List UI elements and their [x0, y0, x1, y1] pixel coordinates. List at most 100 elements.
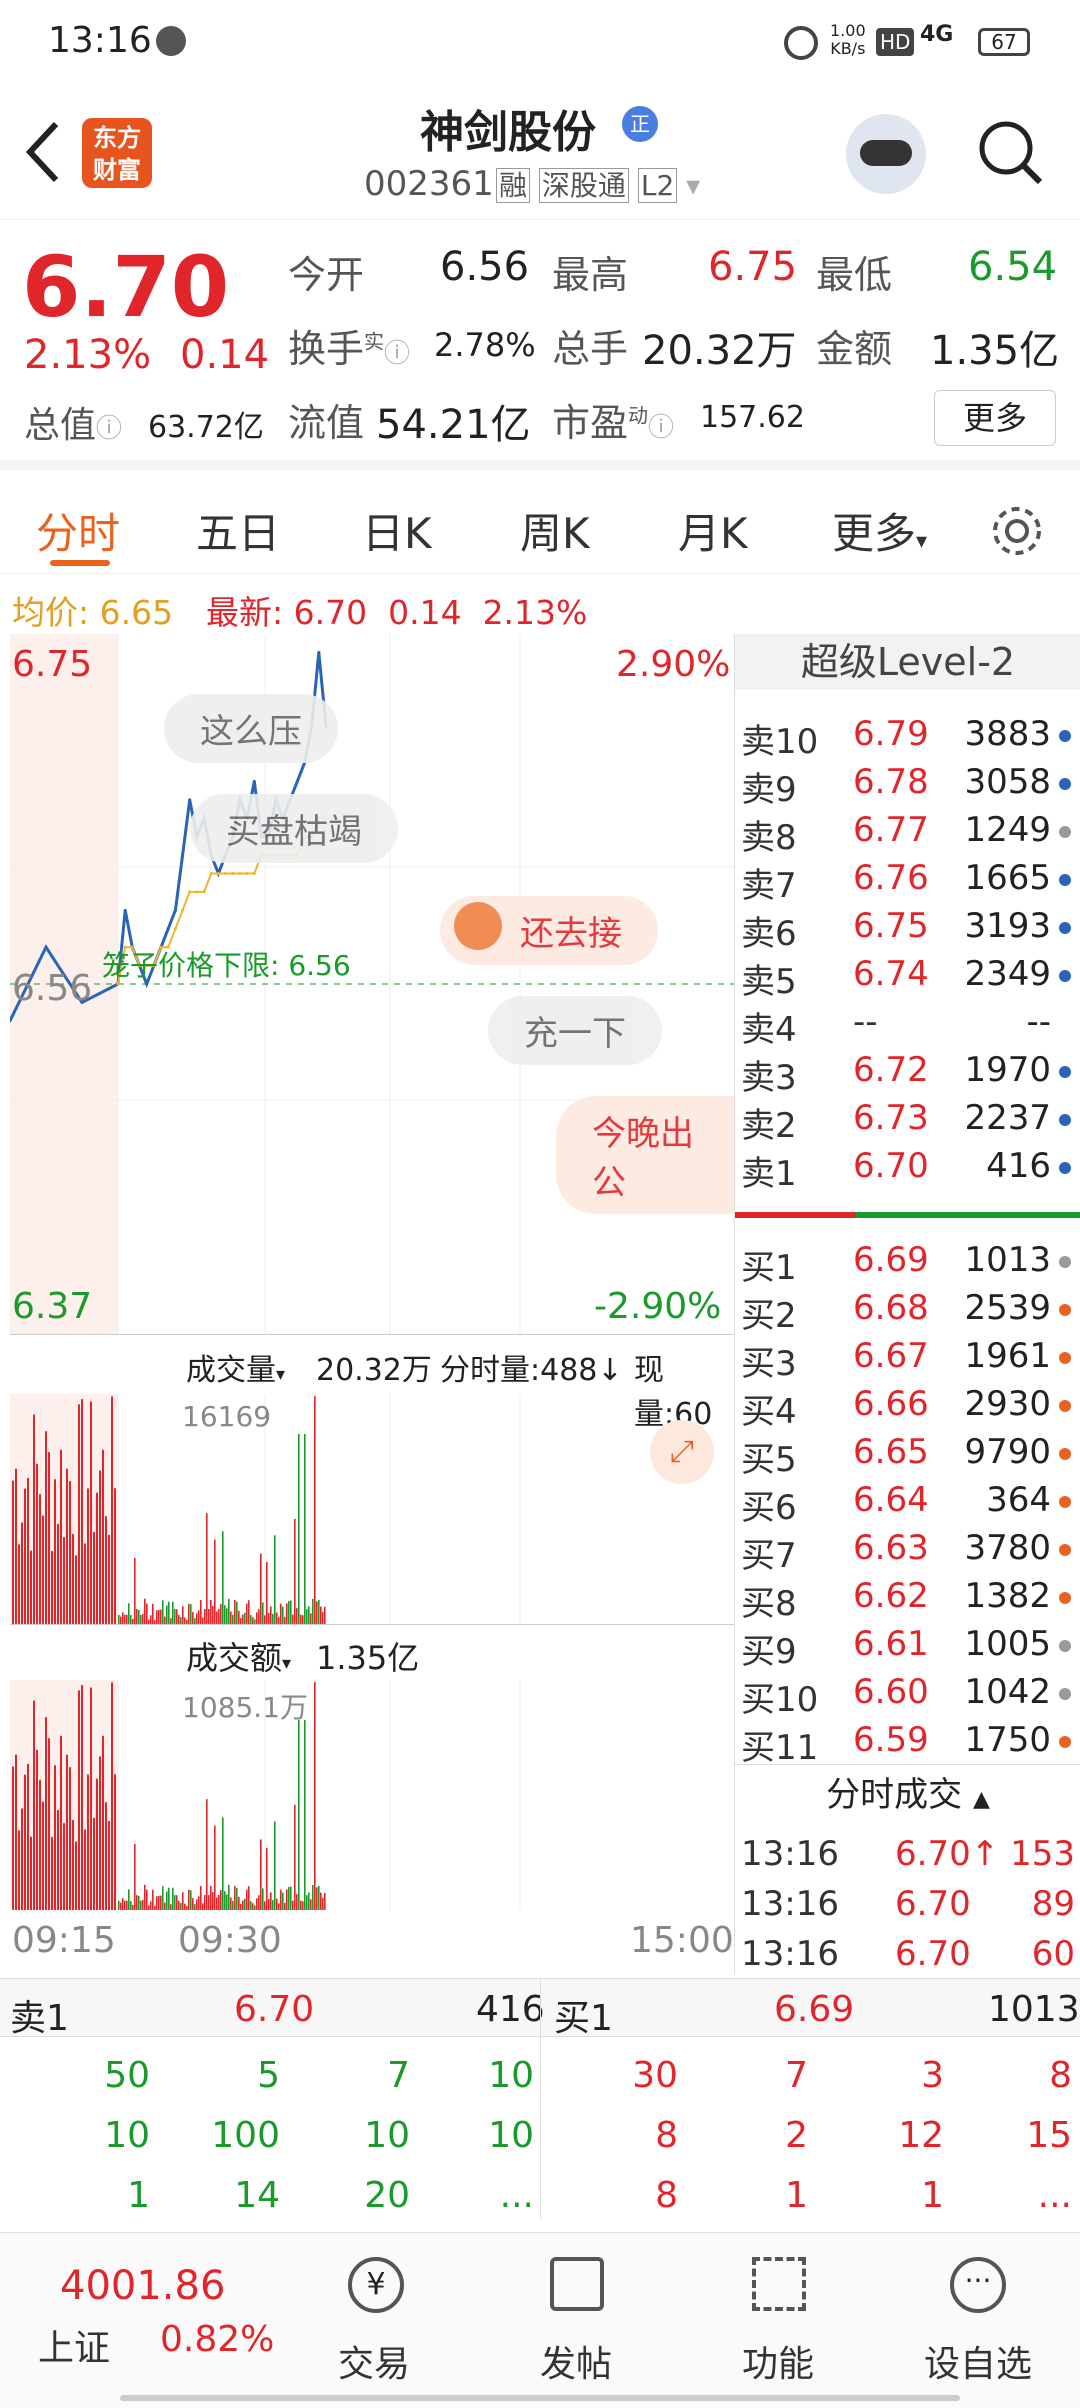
volume-bar: [246, 1603, 248, 1624]
volume-bar: [302, 1901, 304, 1910]
buy-level-5[interactable]: 买6 6.64 364: [735, 1476, 1080, 1528]
volume-bar: [15, 1754, 17, 1910]
volume-bar: [198, 1896, 200, 1910]
sell-level-0[interactable]: 卖10 6.79 3883: [735, 710, 1080, 762]
buy-level-6[interactable]: 买7 6.63 3780: [735, 1524, 1080, 1576]
volume-bar: [212, 1892, 214, 1910]
buy-queue-cell: 3: [921, 2055, 944, 2096]
last-label: 最新:: [206, 593, 284, 632]
intraday-chart-svg[interactable]: [8, 634, 734, 1334]
pct-axis-bottom: -2.90%: [594, 1286, 722, 1327]
volume-bar: [278, 1617, 280, 1624]
sell-level-5[interactable]: 卖5 6.74 2349: [735, 950, 1080, 1002]
level-price: 6.68: [853, 1288, 929, 1328]
ticks-header[interactable]: 分时成交 ▲: [735, 1764, 1080, 1824]
tab-five-day[interactable]: 五日: [196, 500, 280, 561]
danmaku-bubble[interactable]: 今晚出公: [556, 1096, 734, 1214]
nav-trade[interactable]: ¥ 交易: [284, 2233, 464, 2408]
level-dot-icon: [1059, 1496, 1071, 1508]
more-button[interactable]: 更多: [934, 390, 1056, 446]
gear-icon[interactable]: [990, 504, 1044, 558]
buy-level-4[interactable]: 买5 6.65 9790: [735, 1428, 1080, 1480]
high-value: 6.75: [708, 244, 798, 290]
volume-bar: [300, 1900, 302, 1910]
open-label: 今开: [288, 253, 365, 297]
volume-bar: [96, 1492, 98, 1624]
amount-label: 成交额: [186, 1639, 283, 1677]
intraday-chart[interactable]: 6.75 6.56 6.37 2.90% -2.90% 笼子价格下限: 6.56…: [8, 634, 734, 1334]
buy-level-3[interactable]: 买4 6.66 2930: [735, 1380, 1080, 1432]
tab-more[interactable]: 更多▾: [832, 500, 927, 561]
volume-bar: [214, 1539, 216, 1624]
volume-bar: [292, 1900, 294, 1910]
tab-intraday[interactable]: 分时: [36, 500, 120, 561]
volume-bar: [250, 1901, 252, 1910]
buy-level-0[interactable]: 买1 6.69 1013: [735, 1236, 1080, 1288]
level-dot-icon: [1059, 922, 1071, 934]
avg-price-line-point: [224, 871, 228, 875]
volume-bar: [78, 1690, 80, 1910]
sell-level-1[interactable]: 卖9 6.78 3058: [735, 758, 1080, 810]
volume-bar: [270, 1892, 272, 1910]
sell-level-4[interactable]: 卖6 6.75 3193: [735, 902, 1080, 954]
buy-level-8[interactable]: 买9 6.61 1005: [735, 1620, 1080, 1672]
volume-bar: [316, 1601, 318, 1624]
danmaku-bubble[interactable]: 充一下: [488, 996, 662, 1065]
volume-bar: [196, 1899, 198, 1910]
turnover-value: 2.78%: [434, 326, 536, 364]
danmaku-bubble[interactable]: 这么压: [164, 694, 338, 763]
level-label: 买11: [741, 1728, 819, 1768]
search-icon[interactable]: [976, 118, 1046, 188]
robot-assistant-avatar[interactable]: [846, 114, 926, 194]
volume-bar: [248, 1600, 250, 1624]
buy-queue-cell: 8: [655, 2115, 678, 2156]
buy-level-2[interactable]: 买3 6.67 1961: [735, 1332, 1080, 1384]
sell-level-2[interactable]: 卖8 6.77 1249: [735, 806, 1080, 858]
buy-level-1[interactable]: 买2 6.68 2539: [735, 1284, 1080, 1336]
sell-level-9[interactable]: 卖1 6.70 416: [735, 1142, 1080, 1194]
volume-bar: [170, 1904, 172, 1910]
tab-monthly-k[interactable]: 月K: [678, 500, 748, 561]
low-label: 最低: [816, 253, 893, 297]
danmaku-bubble[interactable]: 买盘枯竭: [190, 794, 398, 863]
volume-bar: [84, 1829, 86, 1910]
volume-bar: [304, 1434, 306, 1624]
back-arrow-icon[interactable]: [22, 120, 62, 184]
volume-bar: [294, 1804, 296, 1910]
buy-level-7[interactable]: 买8 6.62 1382: [735, 1572, 1080, 1624]
buy-level-9[interactable]: 买10 6.60 1042: [735, 1668, 1080, 1720]
sell-level-8[interactable]: 卖2 6.73 2237: [735, 1094, 1080, 1146]
volume-bar: [158, 1609, 160, 1624]
volume-bar: [69, 1767, 71, 1910]
level-price: 6.73: [853, 1098, 929, 1138]
open-value: 6.56: [440, 244, 530, 290]
level2-orderbook[interactable]: 超级Level-2 卖10 6.79 3883 卖9 6.78 3058 卖8 6.77 124…: [734, 634, 1080, 1974]
nav-post[interactable]: 发帖: [486, 2233, 666, 2408]
nav-add-watchlist[interactable]: ··· 设自选: [888, 2233, 1068, 2408]
tab-weekly-k[interactable]: 周K: [520, 500, 590, 561]
nav-functions[interactable]: 功能: [688, 2233, 868, 2408]
level-price: 6.67: [853, 1336, 929, 1376]
volume-bar: [33, 1414, 35, 1624]
expand-icon[interactable]: ⤢: [650, 1420, 714, 1484]
buy-level-10[interactable]: 买11 6.59 1750: [735, 1716, 1080, 1768]
stock-tags[interactable]: 融 深股通 L2 ▾: [496, 164, 700, 204]
queue-detail-table: 卖1 6.70 416 买1 6.69 1013 50 5 7 10 10 100 10 10…: [0, 1978, 1080, 2219]
sell-queue-cell: 5: [257, 2055, 280, 2096]
level-qty: 1382: [964, 1576, 1051, 1616]
sell-level-7[interactable]: 卖3 6.72 1970: [735, 1046, 1080, 1098]
sell-level-3[interactable]: 卖7 6.76 1665: [735, 854, 1080, 906]
volume-bar: [308, 1606, 310, 1624]
eastmoney-logo[interactable]: 东方 财富: [82, 118, 152, 188]
volume-bar: [90, 1687, 92, 1910]
price-line-point: [166, 927, 170, 931]
tab-daily-k[interactable]: 日K: [362, 500, 432, 561]
sell-queue-cell: 10: [488, 2055, 534, 2096]
amount-label: 金额: [816, 327, 893, 371]
danmaku-bubble[interactable]: 还去接: [440, 896, 658, 965]
sell-level-6[interactable]: 卖4 -- --: [735, 998, 1080, 1050]
volume-bar: [260, 1839, 262, 1910]
globe-icon: [156, 26, 186, 56]
volume-bar: [314, 1682, 316, 1910]
index-ticker[interactable]: 4001.86 上证 0.82%: [0, 2233, 280, 2408]
